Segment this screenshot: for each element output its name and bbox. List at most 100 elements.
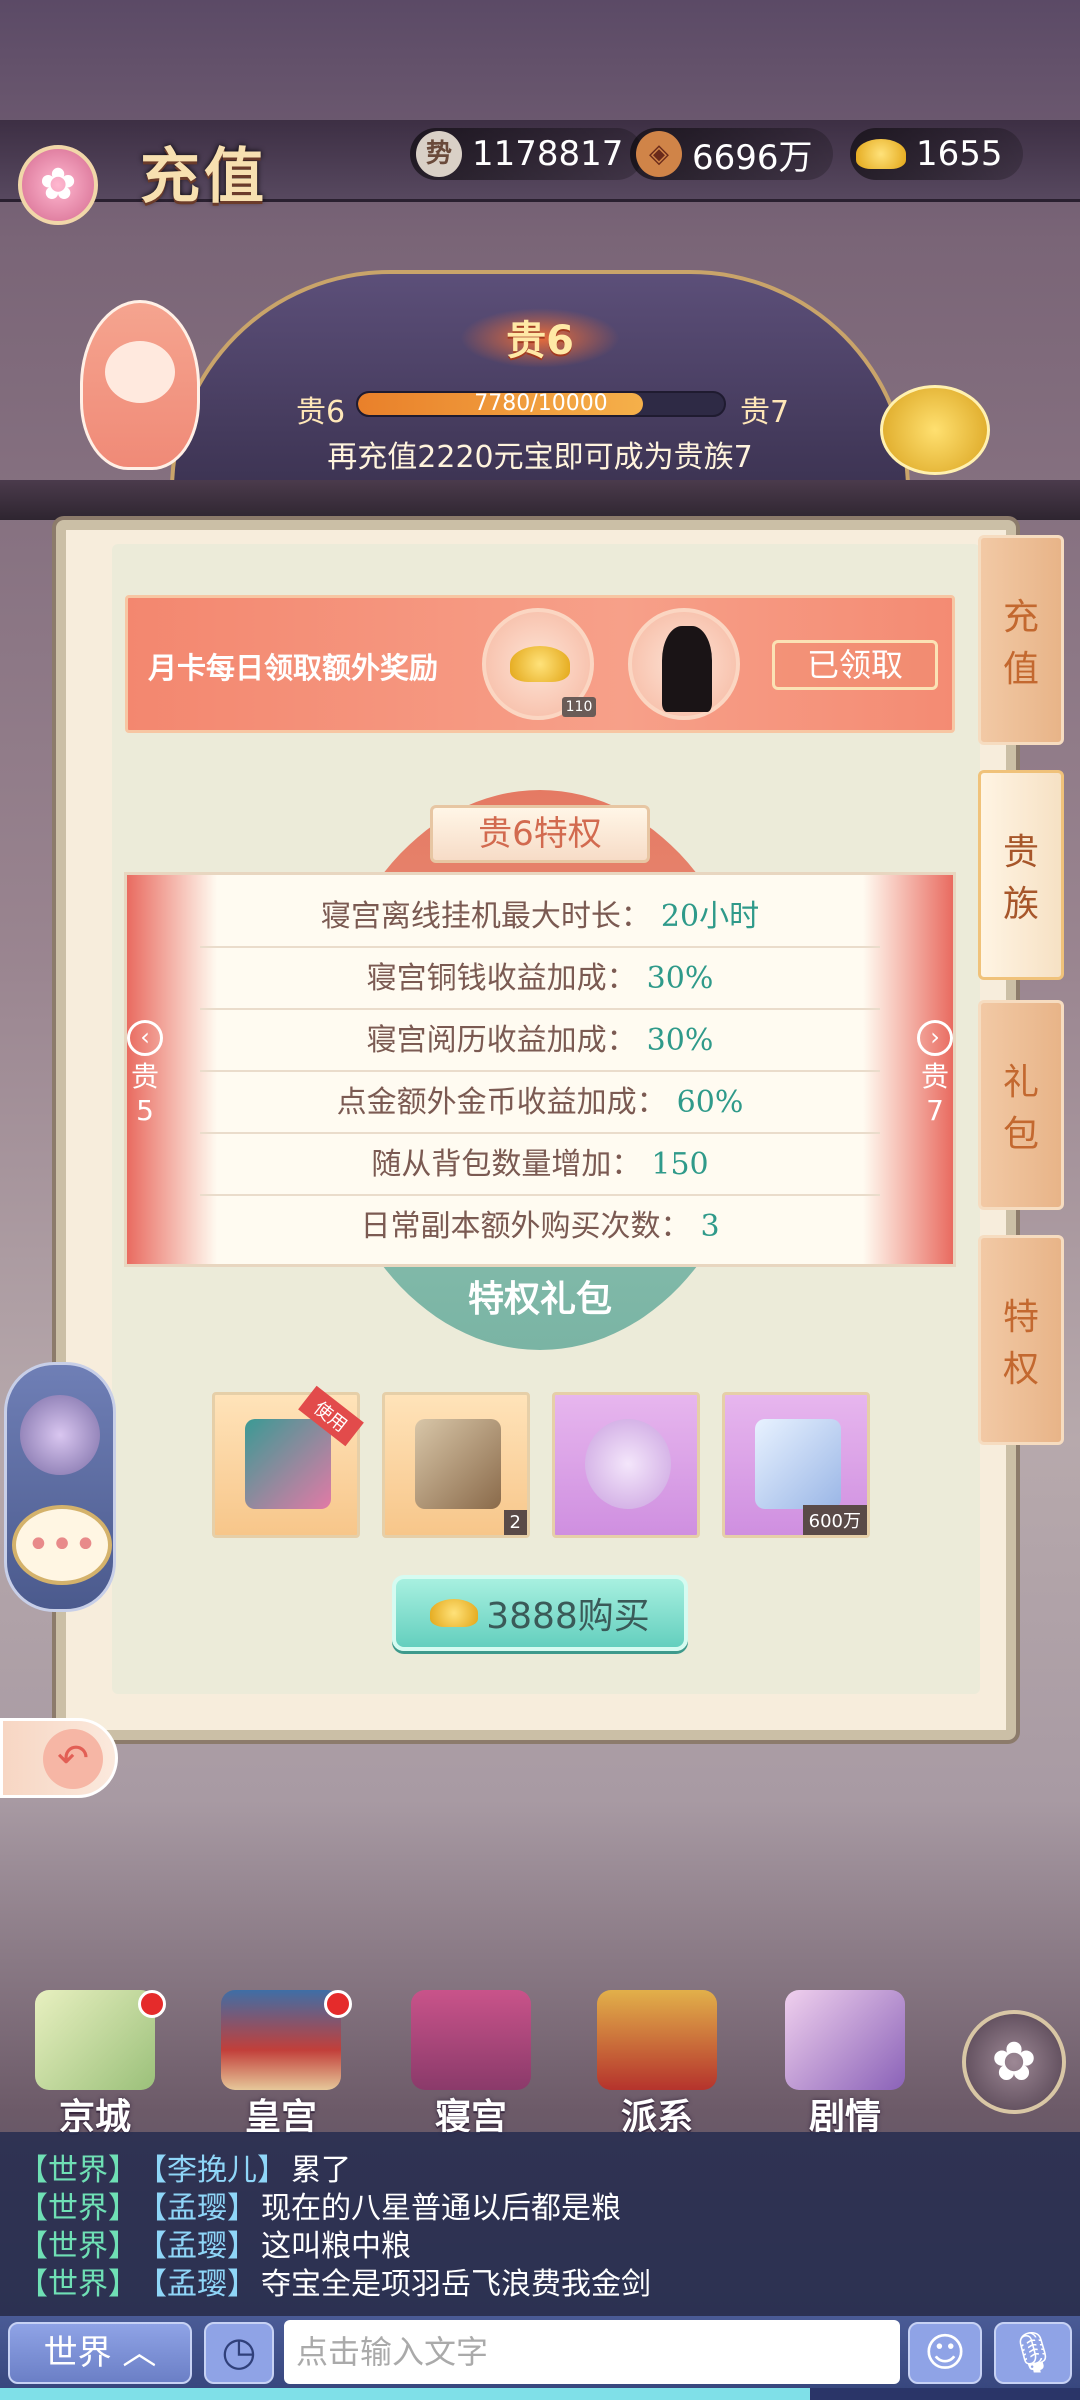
chat-sender[interactable]: 【孟璎】 bbox=[152, 2229, 257, 2264]
storybook-icon bbox=[785, 1990, 905, 2090]
prev-vip-label: 贵 bbox=[130, 1060, 159, 1093]
companion-silhouette-icon[interactable] bbox=[628, 608, 740, 720]
sakura-menu-icon[interactable]: ✿ bbox=[962, 2010, 1066, 2114]
nav-faction[interactable]: 派系 bbox=[582, 1990, 732, 2138]
microphone-icon[interactable]: 🎙 bbox=[994, 2322, 1072, 2384]
nav-story[interactable]: 剧情 bbox=[770, 1990, 920, 2138]
privilege-value: 30% bbox=[646, 961, 714, 996]
next-vip-button[interactable]: › 贵 7 bbox=[910, 1020, 960, 1128]
privilege-value: 60% bbox=[676, 1085, 744, 1120]
notification-dot bbox=[138, 1990, 166, 2018]
privilege-row: 日常副本额外购买次数： 3 bbox=[200, 1196, 880, 1258]
emoji-icon[interactable]: ☺ bbox=[908, 2322, 982, 2384]
privilege-row: 随从背包数量增加： 150 bbox=[200, 1134, 880, 1196]
palace-icon bbox=[221, 1990, 341, 2090]
claimed-button[interactable]: 已领取 bbox=[772, 640, 938, 690]
privilege-row: 点金额外金币收益加成： 60% bbox=[200, 1072, 880, 1134]
chat-input[interactable] bbox=[284, 2320, 900, 2384]
privilege-label: 随从背包数量增加： bbox=[371, 1147, 642, 1182]
chat-sender[interactable]: 【孟璎】 bbox=[152, 2191, 257, 2226]
notification-dot bbox=[324, 1990, 352, 2018]
chat-channel-button[interactable]: 世界 ︿ bbox=[8, 2322, 192, 2384]
privilege-label: 寝宫铜钱收益加成： bbox=[366, 961, 637, 996]
power-icon: 势 bbox=[416, 131, 462, 177]
next-vip-label: 贵 bbox=[920, 1060, 949, 1093]
history-clock-icon[interactable]: ◷ bbox=[204, 2322, 274, 2384]
privilege-row: 寝宫铜钱收益加成： 30% bbox=[200, 948, 880, 1010]
chat-message: 【世界】 【孟璎】 夺宝全是项羽岳飞浪费我金剑 bbox=[18, 2266, 651, 2304]
nav-capital[interactable]: 京城 bbox=[20, 1990, 170, 2138]
gift-item-pendant[interactable] bbox=[552, 1392, 700, 1538]
chevron-right-icon: › bbox=[917, 1020, 953, 1056]
chat-message: 【世界】 【孟璎】 现在的八星普通以后都是粮 bbox=[18, 2190, 621, 2228]
privilege-label: 点金额外金币收益加成： bbox=[336, 1085, 667, 1120]
sakura-badge-icon: ✿ bbox=[18, 145, 98, 225]
vip-level-title: 贵6 bbox=[460, 308, 620, 368]
privilege-row: 寝宫离线挂机最大时长： 20小时 bbox=[200, 886, 880, 948]
gift-item-scroll[interactable]: 600万 bbox=[722, 1392, 870, 1538]
tab-char: 特 bbox=[1002, 1297, 1039, 1338]
gift-item-book[interactable]: 2 bbox=[382, 1392, 530, 1538]
tab-recharge[interactable]: 充值 bbox=[978, 535, 1064, 745]
gift-item-box[interactable]: 使用 bbox=[212, 1385, 364, 1538]
jade-pendant-icon bbox=[585, 1419, 671, 1509]
vip-current-label: 贵6 bbox=[296, 395, 346, 430]
tab-char: 充 bbox=[1002, 597, 1039, 638]
resource-power: 势 1178817 bbox=[410, 128, 644, 180]
chat-channel: 【世界】 bbox=[18, 2267, 138, 2302]
privilege-label: 寝宫阅历收益加成： bbox=[366, 1023, 637, 1058]
chat-text: 这叫粮中粮 bbox=[261, 2229, 411, 2264]
privilege-value: 150 bbox=[651, 1147, 709, 1182]
chat-sender[interactable]: 【李挽儿】 bbox=[152, 2153, 287, 2188]
buy-label: 3888购买 bbox=[486, 1596, 650, 1637]
buy-button[interactable]: 3888购买 bbox=[392, 1575, 688, 1651]
next-vip-level: 7 bbox=[926, 1094, 944, 1127]
chat-text: 累了 bbox=[291, 2153, 351, 2188]
back-button[interactable]: ↶ bbox=[0, 1718, 118, 1798]
nav-chamber[interactable]: 寝宫 bbox=[396, 1990, 546, 2138]
tab-char: 族 bbox=[1002, 884, 1039, 925]
copper-value: 6696万 bbox=[692, 137, 813, 178]
tab-char: 权 bbox=[1002, 1349, 1039, 1390]
item-count: 600万 bbox=[802, 1505, 867, 1535]
prev-vip-button[interactable]: ‹ 贵 5 bbox=[120, 1020, 170, 1128]
privilege-value: 3 bbox=[700, 1209, 720, 1244]
privilege-value: 20小时 bbox=[660, 899, 760, 934]
tab-char: 贵 bbox=[1002, 832, 1039, 873]
tab-privilege[interactable]: 特权 bbox=[978, 1235, 1064, 1445]
gold-value: 1655 bbox=[916, 134, 1003, 174]
event-flower-icon[interactable] bbox=[20, 1395, 100, 1475]
reward-count: 110 bbox=[562, 697, 596, 717]
nav-palace[interactable]: 皇宫 bbox=[206, 1990, 356, 2138]
chat-bubble-icon[interactable]: ••• bbox=[12, 1505, 112, 1585]
chat-channel: 【世界】 bbox=[18, 2229, 138, 2264]
chevron-left-icon: ‹ bbox=[127, 1020, 163, 1056]
privilege-row: 寝宫阅历收益加成： 30% bbox=[200, 1010, 880, 1072]
privilege-label: 日常副本额外购买次数： bbox=[360, 1209, 691, 1244]
chat-channel: 【世界】 bbox=[18, 2153, 138, 2188]
canopy-bed-icon bbox=[411, 1990, 531, 2090]
tab-char: 包 bbox=[1002, 1114, 1039, 1155]
page-title: 充值 bbox=[140, 142, 268, 212]
roof-beam bbox=[0, 480, 1080, 520]
chat-channel: 【世界】 bbox=[18, 2191, 138, 2226]
tab-nobility[interactable]: 贵族 bbox=[978, 770, 1064, 980]
gold-coin-tree-icon bbox=[880, 385, 990, 475]
back-arrow-icon: ↶ bbox=[43, 1729, 103, 1789]
prev-vip-level: 5 bbox=[136, 1094, 154, 1127]
vip-progress-text: 7780/10000 bbox=[474, 391, 608, 416]
power-value: 1178817 bbox=[472, 134, 624, 174]
chat-text: 夺宝全是项羽岳飞浪费我金剑 bbox=[261, 2267, 651, 2302]
tab-char: 礼 bbox=[1002, 1062, 1039, 1103]
privilege-value: 30% bbox=[646, 1023, 714, 1058]
map-icon bbox=[35, 1990, 155, 2090]
chat-text: 现在的八星普通以后都是粮 bbox=[261, 2191, 621, 2226]
chat-sender[interactable]: 【孟璎】 bbox=[152, 2267, 257, 2302]
tab-gift[interactable]: 礼包 bbox=[978, 1000, 1064, 1210]
privilege-label: 寝宫离线挂机最大时长： bbox=[320, 899, 651, 934]
book-icon bbox=[415, 1419, 501, 1509]
item-count: 2 bbox=[503, 1510, 527, 1535]
dragon-banner-icon bbox=[597, 1990, 717, 2090]
tab-char: 值 bbox=[1002, 649, 1039, 690]
vip-next-label: 贵7 bbox=[740, 395, 790, 430]
